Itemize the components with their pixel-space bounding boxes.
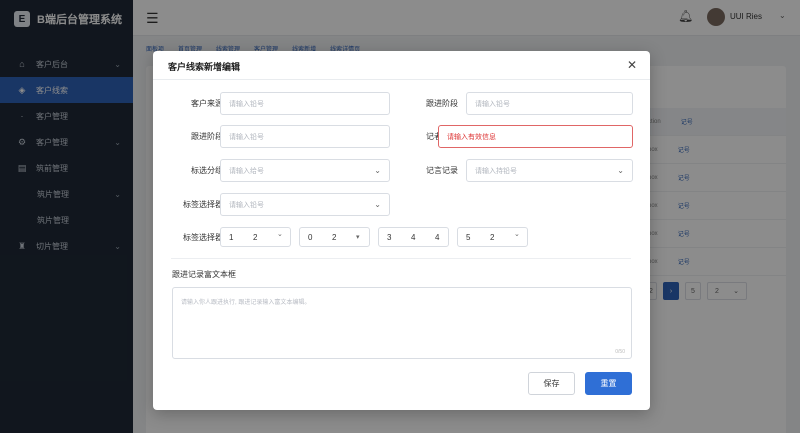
number-value: 3 — [387, 232, 392, 242]
number-value: 0 — [308, 232, 313, 242]
tag-picker-placeholder: 请输入铅号 — [229, 201, 264, 209]
record-log-placeholder: 请输入持铅号 — [475, 167, 517, 175]
follow-stage-left-input[interactable]: 请输入铅号 — [220, 125, 390, 148]
rich-text-editor[interactable]: 请输入你人跟进执行, 跟进记录输入富文本编辑。 0/50 — [172, 287, 632, 359]
chevron-down-icon: ⌄ — [277, 231, 283, 238]
source-label: 客户来源 — [191, 99, 223, 108]
number-value: 2 — [490, 232, 495, 242]
record-stage-error-text: 请输入有效信息 — [447, 133, 496, 141]
number-value: 2 — [253, 232, 258, 242]
source-placeholder: 请输入铅号 — [229, 100, 264, 108]
number-input-4[interactable]: 5 2 ⌄ — [457, 227, 528, 247]
number-value: 4 — [435, 232, 440, 242]
record-log-label: 记言记录 — [426, 166, 458, 175]
save-button[interactable]: 保存 — [528, 372, 575, 395]
number-input-3[interactable]: 3 4 4 — [378, 227, 449, 247]
divider — [153, 79, 650, 80]
record-stage-input[interactable]: 请输入有效信息 — [438, 125, 633, 148]
number-value: 5 — [466, 232, 471, 242]
follow-stage-placeholder: 请输入铅号 — [475, 100, 510, 108]
group-label: 标选分组 — [191, 166, 223, 175]
reset-button[interactable]: 重置 — [585, 372, 632, 395]
rich-text-label: 跟进记录富文本框 — [172, 270, 236, 279]
number-input-2[interactable]: 0 2 ▾ — [299, 227, 370, 247]
chevron-down-icon: ⌄ — [514, 231, 520, 238]
follow-stage-label: 跟进阶段 — [426, 99, 458, 108]
follow-stage-input[interactable]: 请输入铅号 — [466, 92, 633, 115]
chevron-down-icon: ⌄ — [374, 200, 381, 209]
source-input[interactable]: 请输入铅号 — [220, 92, 390, 115]
number-input-1[interactable]: 1 2 ⌄ — [220, 227, 291, 247]
chevron-down-icon: ⌄ — [374, 166, 381, 175]
follow-stage-left-placeholder: 请输入铅号 — [229, 133, 264, 141]
lead-edit-modal: 客户线索新增编辑 ✕ 客户来源 请输入铅号 跟进阶段 请输入铅号 跟进阶段 请输… — [153, 51, 650, 410]
close-icon[interactable]: ✕ — [627, 58, 637, 72]
char-counter: 0/50 — [615, 349, 625, 355]
chevron-down-icon: ⌄ — [617, 166, 624, 175]
group-placeholder: 请输入给号 — [229, 167, 264, 175]
record-log-select[interactable]: 请输入持铅号 ⌄ — [466, 159, 633, 182]
tag-select-label: 标签选择器 — [183, 233, 223, 242]
modal-title: 客户线索新增编辑 — [168, 62, 241, 72]
number-value: 2 — [332, 232, 337, 242]
number-value: 1 — [229, 232, 234, 242]
tag-picker-select[interactable]: 请输入铅号 ⌄ — [220, 193, 390, 216]
rich-text-placeholder: 请输入你人跟进执行, 跟进记录输入富文本编辑。 — [181, 300, 311, 306]
number-value: 4 — [411, 232, 416, 242]
group-select[interactable]: 请输入给号 ⌄ — [220, 159, 390, 182]
caret-down-icon: ▾ — [356, 234, 360, 241]
tag-picker-label: 标签选择器 — [183, 200, 223, 209]
follow-stage-left-label: 跟进阶段 — [191, 132, 223, 141]
divider — [171, 258, 631, 259]
